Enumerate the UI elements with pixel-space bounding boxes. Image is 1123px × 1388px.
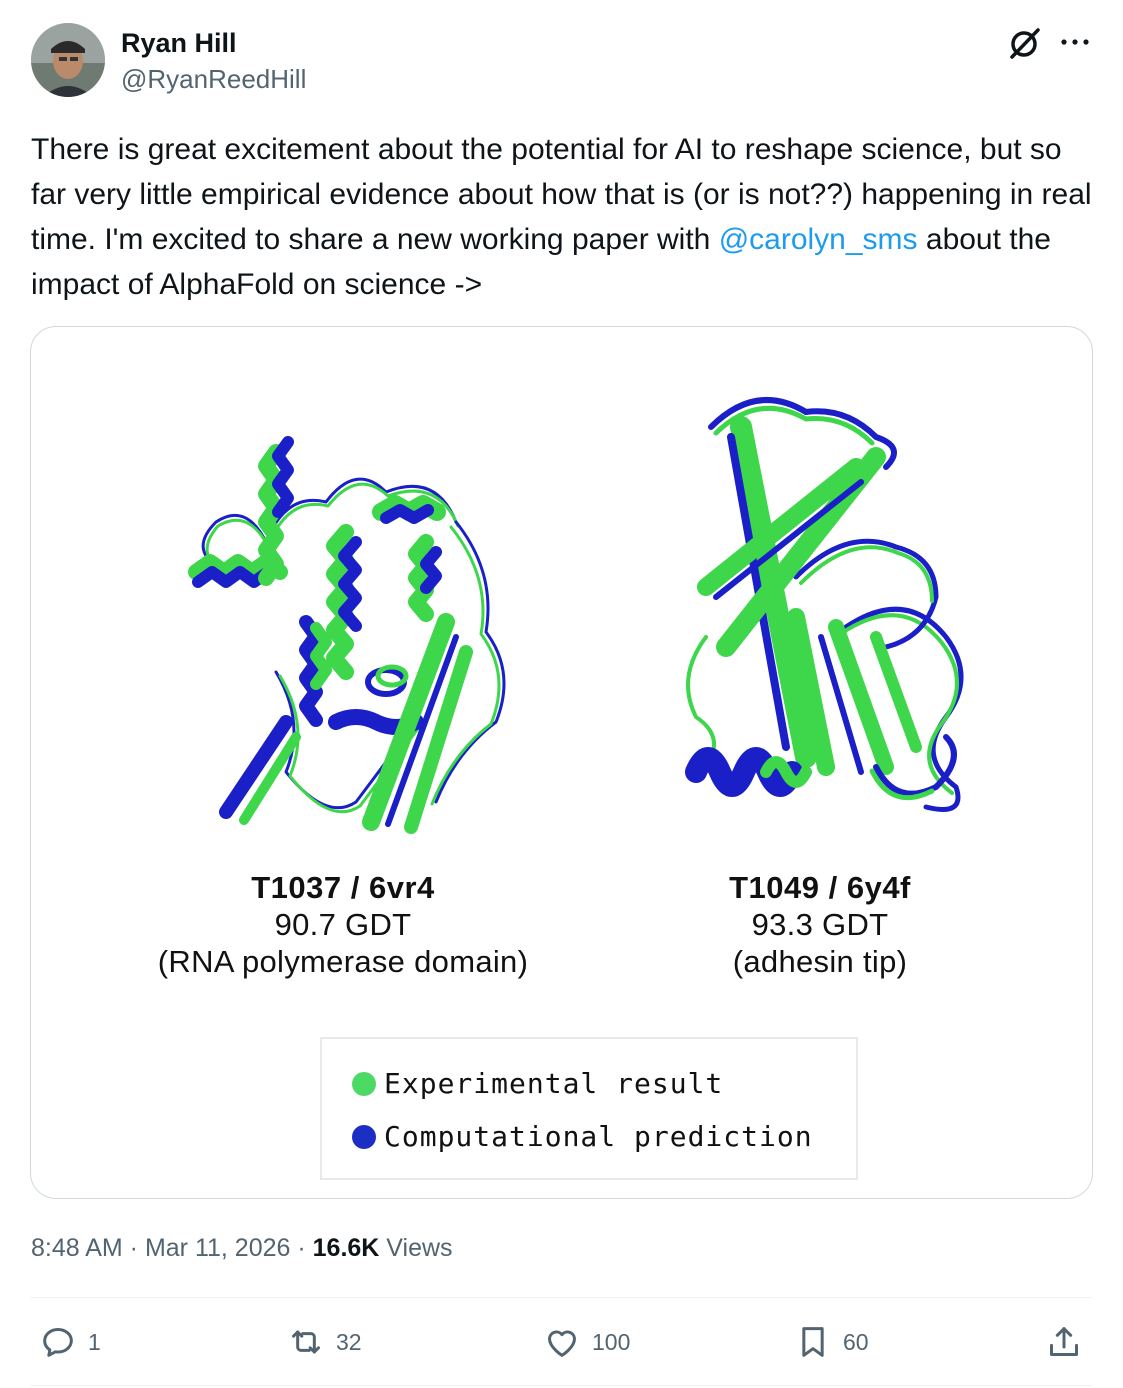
tweet-time[interactable]: 8:48 AM (31, 1234, 123, 1262)
legend-label: Experimental result (384, 1067, 724, 1100)
bookmark-icon (802, 1327, 824, 1357)
legend: Experimental result Computational predic… (320, 1037, 858, 1180)
like-button[interactable]: 100 (542, 1322, 630, 1362)
left-structure-score: 90.7 GDT (274, 907, 412, 942)
views-label: Views (379, 1234, 453, 1262)
tweet-meta: 8:48 AM · Mar 11, 2026 · 16.6K Views (31, 1234, 453, 1263)
reply-icon (43, 1328, 73, 1357)
protein-structure-left (188, 436, 506, 834)
author-name[interactable]: Ryan Hill (121, 28, 237, 59)
meta-separator: · (122, 1234, 145, 1262)
bookmark-button[interactable]: 60 (793, 1322, 869, 1362)
legend-label: Computational prediction (384, 1120, 813, 1153)
right-structure-score: 93.3 GDT (751, 907, 889, 942)
reply-count: 1 (88, 1328, 101, 1355)
legend-dot-green (352, 1071, 376, 1096)
tweet-media[interactable]: T1037 / 6vr4 90.7 GDT (RNA polymerase do… (30, 326, 1093, 1199)
views-count: 16.6K (312, 1234, 380, 1262)
grok-icon[interactable] (1006, 24, 1044, 62)
author-handle[interactable]: @RyanReedHill (121, 64, 306, 95)
repost-count: 32 (336, 1328, 362, 1355)
repost-button[interactable]: 32 (286, 1322, 362, 1362)
legend-dot-blue (352, 1124, 376, 1149)
divider (30, 1385, 1093, 1386)
meta-separator: · (290, 1234, 313, 1262)
right-structure-title: T1049 / 6y4f (729, 870, 911, 905)
tweet-text: There is great excitement about the pote… (31, 127, 1096, 307)
like-icon (548, 1330, 576, 1357)
bookmark-count: 60 (843, 1328, 869, 1355)
reply-button[interactable]: 1 (38, 1322, 101, 1362)
left-structure-title: T1037 / 6vr4 (251, 870, 435, 905)
right-structure-desc: (adhesin tip) (732, 944, 908, 979)
share-button[interactable] (1044, 1322, 1094, 1362)
share-icon (1050, 1327, 1078, 1356)
legend-item-prediction: Computational prediction (352, 1120, 813, 1153)
legend-item-experimental: Experimental result (352, 1067, 723, 1100)
like-count: 100 (592, 1328, 631, 1355)
divider (30, 1297, 1093, 1298)
mention-link[interactable]: @carolyn_sms (719, 223, 918, 256)
protein-structure-right (685, 397, 964, 812)
more-icon[interactable] (1057, 24, 1093, 60)
repost-icon (292, 1330, 320, 1354)
left-structure-desc: (RNA polymerase domain) (157, 944, 529, 979)
avatar[interactable] (31, 23, 105, 97)
tweet-date[interactable]: Mar 11, 2026 (145, 1234, 290, 1262)
